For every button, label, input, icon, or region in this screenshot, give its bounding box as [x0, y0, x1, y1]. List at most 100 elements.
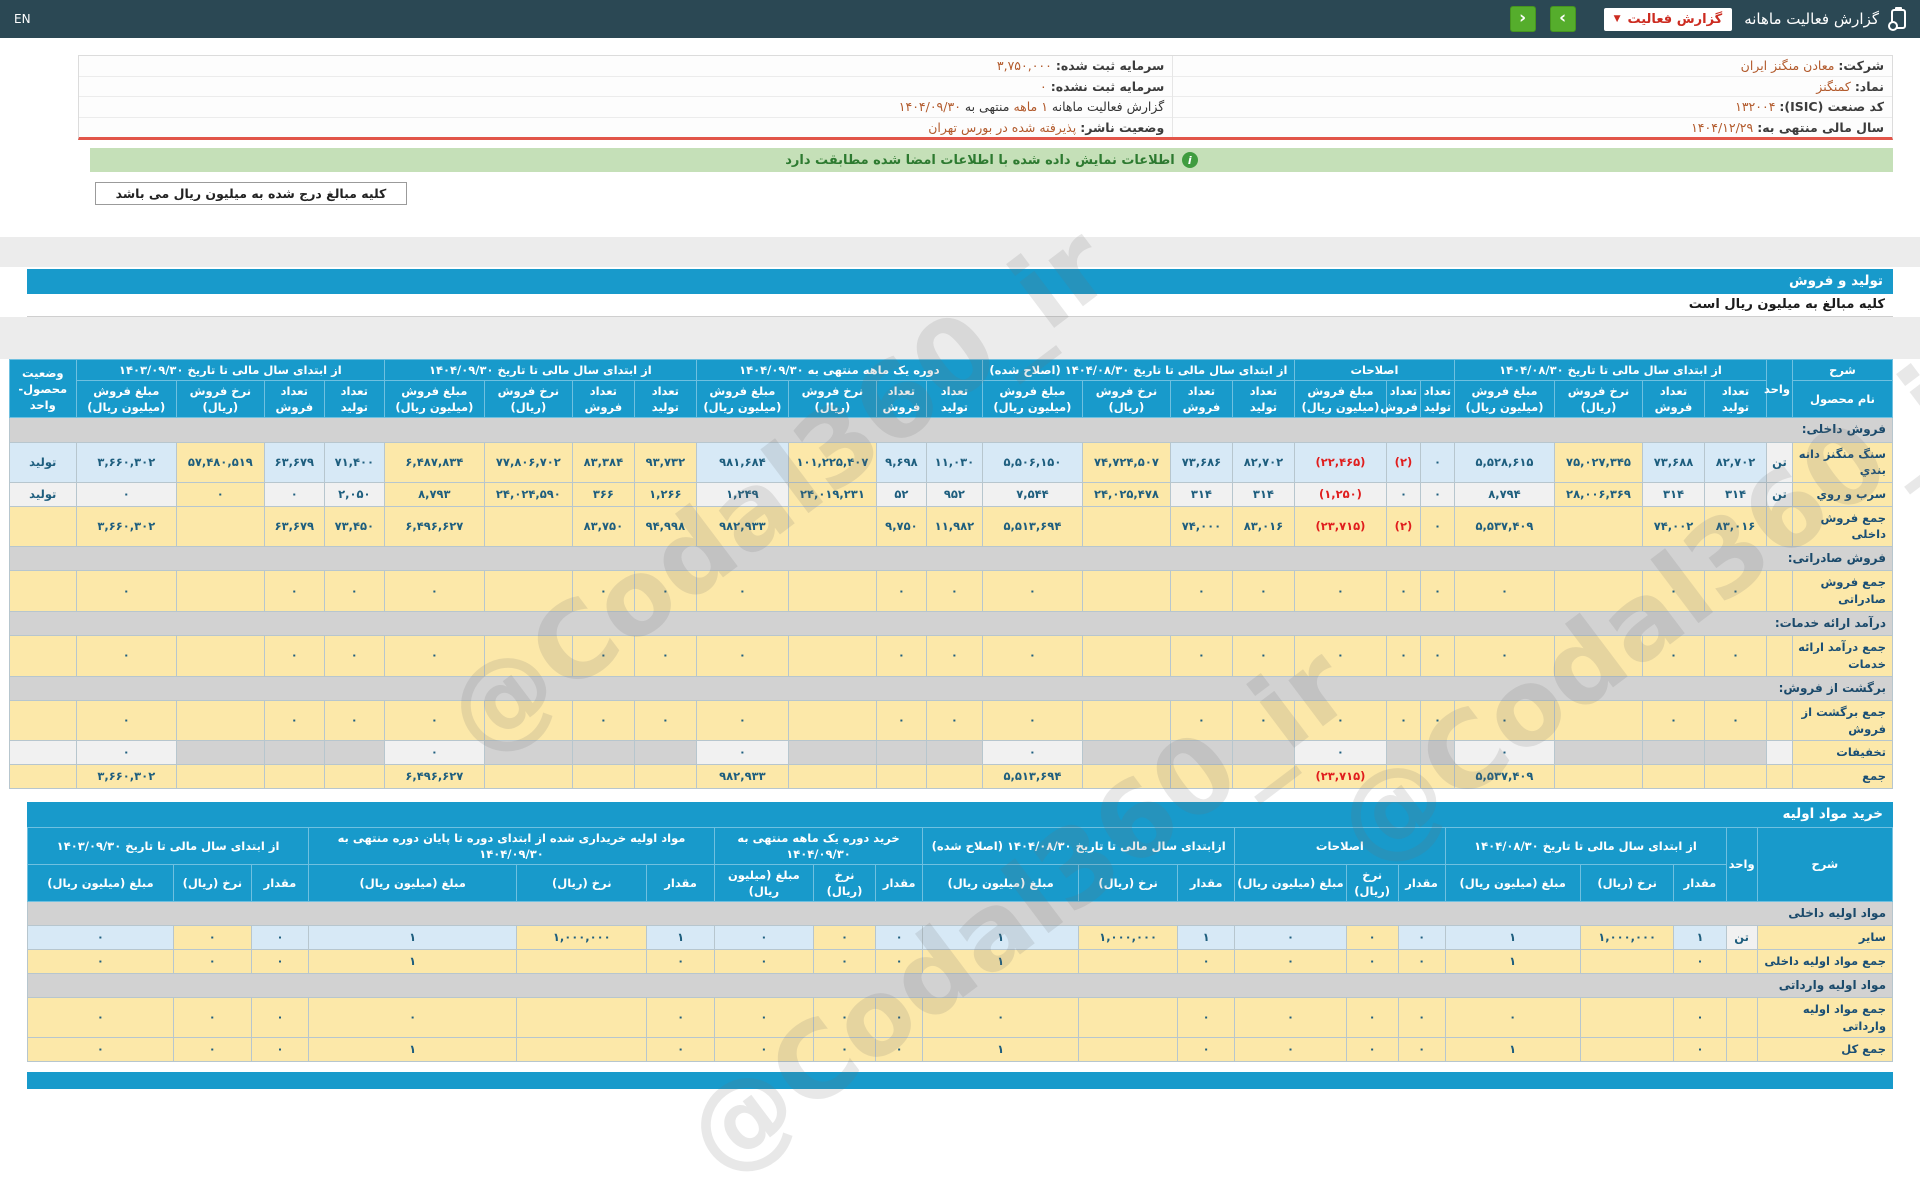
table-row: جمع مواد اولیه داخلی ۰ ۱ ۰ ۰ ۰ ۰ ۱ ۰ ۰ ۰ ۰ ۱ ۰ ۰ ۰	[27, 949, 1894, 974]
data-cell	[1579, 997, 1675, 1039]
data-cell	[1385, 763, 1421, 789]
data-cell	[875, 763, 927, 789]
data-cell	[175, 699, 265, 742]
data-cell: ۰	[1397, 949, 1446, 974]
column-subheader: نرخ فروش (ریال)	[787, 380, 877, 419]
data-cell: ۰	[1345, 997, 1399, 1039]
column-header-product: نام محصول	[1792, 380, 1893, 419]
section-row-label: فروش صادراتی:	[8, 546, 1894, 572]
data-cell: ۱,۲۴۹	[695, 482, 789, 507]
data-cell: ۵۲	[875, 482, 927, 507]
column-group-header: از ابتدای سال مالی تا تاریخ ۱۴۰۴/۰۸/۳۰ (…	[981, 358, 1295, 382]
info-value: معادن منگنز ایران	[1740, 58, 1835, 73]
data-cell: ۰	[1704, 635, 1767, 677]
data-cell: ۰	[1419, 441, 1455, 484]
info-row: وضعیت ناشر: پذیرفته شده در بورس تهران	[79, 118, 1172, 138]
data-cell: ۰	[875, 1037, 924, 1063]
row-label: جمع فروش داخلی	[1792, 505, 1893, 548]
table-row: سرب و روي تن ۳۱۴ ۳۱۴ ۲۸,۰۰۶,۳۶۹ ۸,۷۹۴ ۰ ۰ (۱,۲۵۰…	[8, 482, 1893, 507]
info-value: ۱۴۰۴/۱۲/۲۹	[1691, 119, 1754, 135]
data-cell: ۰	[571, 635, 635, 677]
data-cell: ۰	[1673, 997, 1727, 1039]
data-cell: ۰	[75, 699, 177, 742]
unit-cell	[1725, 949, 1758, 974]
data-cell	[175, 505, 265, 548]
column-subheader: نرخ (ریال)	[516, 863, 648, 902]
column-header-unit: واحد	[1725, 826, 1758, 902]
language-toggle-en[interactable]: EN	[14, 12, 31, 26]
data-cell: ۳۱۴	[1169, 482, 1233, 507]
info-label: شرکت:	[1838, 58, 1884, 73]
data-cell: ۰	[875, 925, 924, 951]
table-row: تخفیفات ۰ ۰ ۰ ۰ ۰ ۰	[8, 740, 1893, 765]
data-cell	[175, 635, 265, 677]
data-cell	[925, 763, 983, 789]
data-cell: ۲۴,۰۲۵,۴۷۸	[1081, 482, 1171, 507]
info-text: ۱۴۰۴/۰۹/۳۰	[898, 99, 961, 114]
status-cell	[8, 505, 77, 548]
data-cell: ۰	[875, 699, 927, 742]
data-cell: ۱,۰۰۰,۰۰۰	[516, 925, 648, 951]
data-cell: ۰	[922, 997, 1080, 1039]
data-cell: ۰	[633, 570, 697, 612]
column-subheader: مقدار	[646, 863, 715, 902]
info-value: کمنگنز	[1816, 78, 1851, 94]
column-subheader: نرخ (ریال)	[1078, 863, 1179, 902]
data-cell: ۱	[1444, 925, 1581, 951]
data-cell: ۰	[1453, 635, 1556, 677]
data-cell: ۲۴,۰۲۴,۵۹۰	[483, 482, 573, 507]
data-cell	[1704, 763, 1767, 789]
data-cell: ۰	[1293, 699, 1387, 742]
table-row: مواد اولیه وارداتی	[27, 972, 1893, 999]
data-cell	[787, 635, 877, 677]
data-cell: ۳,۶۶۰,۳۰۲	[75, 763, 177, 789]
data-cell: ۷۵,۰۲۷,۳۴۵	[1554, 441, 1643, 484]
unit-cell	[1766, 570, 1793, 612]
table-row: جمع درآمد ارائه خدمات ۰ ۰ ۰ ۰ ۰ ۰ ۰ ۰ ۰ ۰ ۰ ۰ ۰ ۰ ۰ ۰ ۰ ۰	[8, 635, 1893, 677]
data-cell: ۰	[250, 949, 310, 974]
data-cell	[787, 740, 877, 765]
data-cell	[1231, 740, 1295, 765]
data-cell	[263, 740, 325, 765]
info-label: سرمایه ثبت شده:	[1055, 58, 1165, 73]
info-row: نماد: کمنگنز	[1173, 77, 1892, 97]
data-cell: ۰	[1397, 997, 1446, 1039]
data-cell: ۰	[695, 570, 789, 612]
data-cell: ۰	[812, 997, 877, 1039]
data-cell	[323, 763, 385, 789]
column-subheader: مقدار	[250, 863, 310, 902]
data-cell: ۵,۵۳۷,۴۰۹	[1453, 763, 1556, 789]
data-cell	[1385, 740, 1421, 765]
data-cell: ۰	[875, 997, 924, 1039]
info-text: ۱ ماهه	[1013, 99, 1048, 114]
data-cell	[1419, 763, 1455, 789]
data-cell: ۰	[263, 635, 325, 677]
prev-report-button[interactable]: ‹	[1509, 6, 1536, 32]
data-cell: ۰	[1234, 949, 1347, 974]
table-row: برگشت از فروش:	[8, 675, 1894, 701]
data-cell: ۰	[1231, 635, 1295, 677]
data-cell: ۰	[263, 482, 325, 507]
column-subheader: مقدار	[875, 863, 924, 902]
data-cell: ۳۶۶	[571, 482, 635, 507]
column-subheader: تعداد تولید	[925, 380, 983, 419]
data-cell: ۰	[175, 482, 265, 507]
data-cell: ۰	[1231, 699, 1295, 742]
data-cell	[175, 740, 265, 765]
chevron-right-icon: ›	[1559, 7, 1567, 28]
data-cell: ۰	[646, 1037, 715, 1063]
column-subheader: مبلغ (میلیون ریال)	[27, 863, 174, 902]
data-cell: ۰	[981, 699, 1083, 742]
section-row-label: درآمد ارائه خدمات:	[8, 610, 1894, 637]
section-row-label: فروش داخلی:	[8, 417, 1894, 443]
column-group-header: اصلاحات	[1293, 358, 1455, 382]
data-cell: ۰	[27, 1037, 174, 1063]
data-cell: ۷۳,۶۸۸	[1642, 441, 1705, 484]
data-cell: ۰	[875, 570, 927, 612]
data-cell: ۱۱,۹۸۲	[925, 505, 983, 548]
info-value: پذیرفته شده در بورس تهران	[928, 119, 1077, 135]
next-report-button[interactable]: ›	[1549, 6, 1576, 32]
data-cell: ۸۲,۷۰۲	[1704, 441, 1767, 484]
report-type-dropdown[interactable]: گزارش فعالیت ▼	[1603, 7, 1733, 31]
data-cell: ۰	[646, 997, 715, 1039]
